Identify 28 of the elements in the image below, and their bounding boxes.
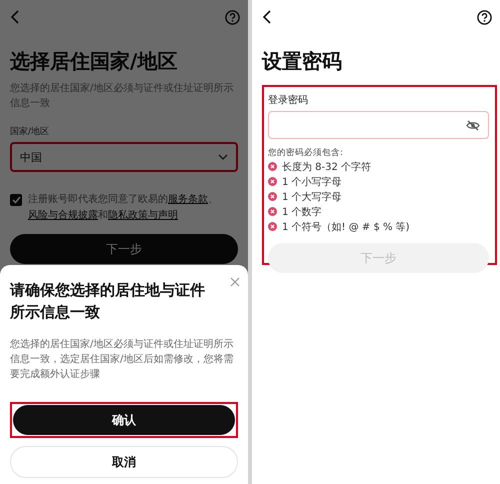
- eye-slash-icon[interactable]: [466, 120, 480, 130]
- dialog-message: 您选择的居住国家/地区必须与证件或住址证明所示信息一致，选定居住国家/地区后如需修改，您将需要完成额外认证步骤: [10, 338, 234, 382]
- requirements-heading: 您的密码必须包含:: [268, 147, 344, 159]
- dialog-title: 请确保您选择的居住地与证件所示信息一致: [10, 280, 206, 323]
- terms-link[interactable]: 风险与合规披露: [28, 210, 98, 221]
- field-label: 登录密码: [268, 94, 309, 107]
- requirement-text: 1 个数字: [282, 206, 322, 218]
- requirement-text: 1 个符号（如! @ # $ % 等): [282, 220, 410, 234]
- back-icon[interactable]: [262, 10, 272, 24]
- page-subtitle: 您选择的居住国家/地区必须与证件或住址证明所示信息一致: [10, 82, 234, 111]
- cancel-button[interactable]: 取消: [10, 446, 238, 478]
- page-title: 选择居住国家/地区: [10, 48, 178, 75]
- next-button[interactable]: 下一步: [10, 234, 238, 264]
- requirement-text: 1 个大写字母: [282, 190, 342, 204]
- chevron-down-icon: [218, 154, 228, 160]
- page-title: 设置密码: [262, 48, 343, 75]
- terms-link[interactable]: 隐私政策与声明: [108, 210, 178, 221]
- requirement-text: 长度为 8-32 个字符: [282, 160, 372, 174]
- close-icon[interactable]: [230, 277, 240, 287]
- terms-link[interactable]: 服务条款: [168, 194, 208, 205]
- agreement-checkbox[interactable]: [10, 194, 22, 206]
- password-field[interactable]: [268, 111, 489, 139]
- field-label: 国家/地区: [10, 126, 50, 138]
- country-dropdown[interactable]: 中国: [10, 142, 238, 172]
- agreement-text: 注册账号即代表您同意了欧易的服务条款、 风险与合规披露和隐私政策与声明: [28, 192, 219, 223]
- help-icon[interactable]: [477, 10, 492, 24]
- requirement-text: 1 个小写字母: [282, 176, 342, 188]
- confirm-button[interactable]: 确认: [13, 405, 235, 435]
